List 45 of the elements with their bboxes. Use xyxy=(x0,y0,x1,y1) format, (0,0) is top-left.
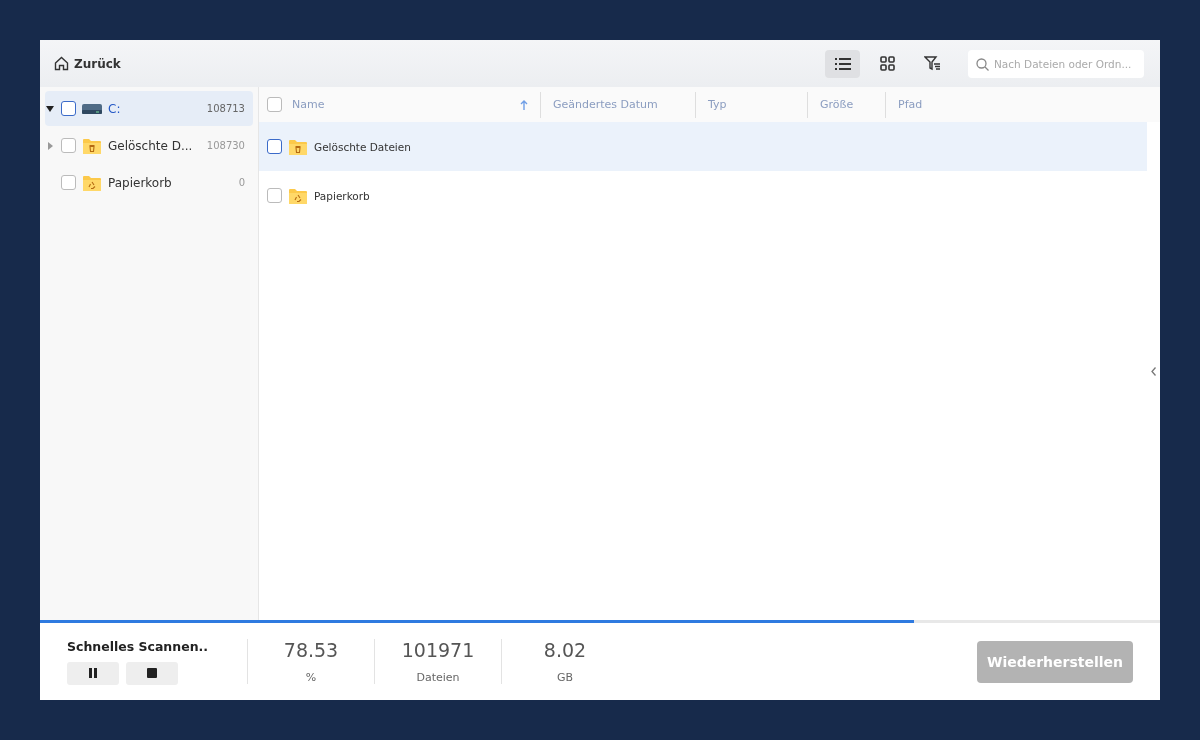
search-field[interactable]: Nach Dateien oder Ordn... xyxy=(968,49,1144,78)
tree-item[interactable]: Gelöschte D... 108730 xyxy=(45,128,253,163)
stat-unit: Dateien xyxy=(416,671,460,684)
collapse-panel-icon[interactable] xyxy=(1151,367,1156,376)
file-row[interactable]: Papierkorb xyxy=(259,171,1147,220)
tree-item[interactable]: Papierkorb 0 xyxy=(45,165,253,200)
checkbox[interactable] xyxy=(61,101,76,116)
scan-status: Schnelles Scannen.. xyxy=(67,638,210,654)
back-button[interactable]: Zurück xyxy=(54,56,121,71)
stat-unit: GB xyxy=(556,671,574,684)
collapsed-caret-icon[interactable] xyxy=(45,141,55,150)
list-view-button[interactable] xyxy=(825,49,860,78)
filter-icon xyxy=(924,56,941,71)
checkbox[interactable] xyxy=(267,188,282,203)
stop-icon xyxy=(147,668,157,678)
tree-label: Papierkorb xyxy=(108,175,172,190)
stat-value: 78.53 xyxy=(283,639,339,661)
grid-view-icon xyxy=(880,56,895,71)
item-count: 108713 xyxy=(206,103,245,114)
tree-label: Gelöschte D... xyxy=(108,138,193,153)
checkbox[interactable] xyxy=(267,139,282,154)
search-icon xyxy=(976,57,989,71)
recycle-folder-icon xyxy=(288,186,308,205)
expanded-caret-icon[interactable] xyxy=(45,104,55,113)
pause-button[interactable] xyxy=(67,661,119,685)
checkbox[interactable] xyxy=(61,175,76,190)
home-icon xyxy=(54,56,69,71)
checkbox[interactable] xyxy=(61,138,76,153)
stat-value: 101971 xyxy=(401,639,475,661)
drive-icon xyxy=(82,103,102,114)
stat-value: 8.02 xyxy=(543,639,587,661)
item-count: 0 xyxy=(238,177,245,188)
trash-folder-icon xyxy=(288,137,308,156)
list-view-icon xyxy=(834,57,851,70)
stat-unit: % xyxy=(305,671,317,684)
item-count: 108730 xyxy=(206,140,245,151)
file-name: Papierkorb xyxy=(314,189,370,202)
trash-folder-icon xyxy=(82,136,102,155)
file-name: Gelöschte Dateien xyxy=(314,140,411,153)
stop-button[interactable] xyxy=(126,661,178,685)
tree-item[interactable]: C: 108713 xyxy=(45,91,253,126)
pause-icon xyxy=(88,668,98,678)
tree-label: C: xyxy=(108,101,121,116)
recycle-folder-icon xyxy=(82,173,102,192)
file-row[interactable]: Gelöschte Dateien xyxy=(259,122,1147,171)
